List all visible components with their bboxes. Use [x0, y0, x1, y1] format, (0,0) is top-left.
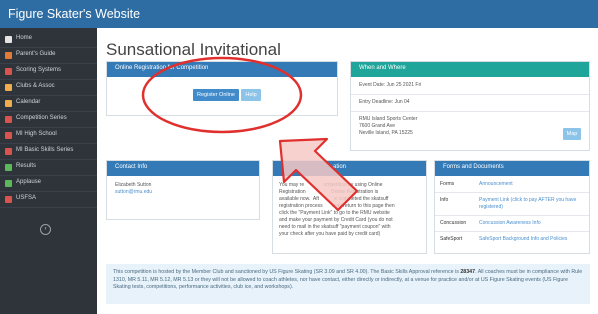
safesport-row-label: SafeSport	[440, 236, 463, 242]
top-navbar: Figure Skater's Website	[0, 0, 598, 28]
sidebar: Home Parent's Guide Scoring Systems Club…	[0, 28, 97, 314]
contact-heading: Contact Info	[107, 161, 259, 176]
sidebar-item-label: MI Basic Skills Series	[16, 147, 74, 153]
page-title: Sunsational Invitational	[106, 40, 281, 59]
concussion-info-link[interactable]: Concussion Awareness Info	[479, 220, 541, 227]
divider	[351, 94, 589, 95]
sanction-notice: This competition is hosted by the Member…	[106, 264, 590, 304]
sidebar-item-home[interactable]: Home	[0, 32, 97, 48]
sidebar-item-label: Home	[16, 35, 33, 41]
divider	[435, 231, 589, 232]
venue-street: 7600 Grand Ave	[359, 123, 396, 129]
sidebar-item-calendar[interactable]: Calendar	[0, 96, 97, 112]
grid-icon	[5, 116, 12, 123]
announcement-link[interactable]: Announcement	[479, 181, 513, 188]
registration-panel: Online Registration for Competition Regi…	[106, 61, 338, 116]
sidebar-item-label: Applause	[16, 179, 42, 185]
entry-deadline: Entry Deadline: Jun 04	[359, 99, 410, 105]
registration-info-line: registration process may return to this …	[279, 203, 395, 209]
sidebar-item-applause[interactable]: Applause	[0, 176, 97, 192]
forms-documents-heading: Forms and Documents	[435, 161, 589, 176]
forms-documents-panel: Forms and Documents Forms Announcement I…	[434, 160, 590, 254]
forms-row-label: Forms	[440, 181, 455, 187]
list-icon	[5, 68, 12, 75]
sidebar-item-label: Calendar	[16, 99, 41, 105]
sidebar-item-competition-series[interactable]: Competition Series	[0, 112, 97, 128]
venue-city: Neville Island, PA 15225	[359, 130, 413, 136]
when-where-panel: When and Where Event Date: Jun 25 2021 F…	[350, 61, 590, 151]
help-button[interactable]: Help	[241, 89, 261, 101]
sidebar-item-parents-guide[interactable]: Parent's Guide	[0, 48, 97, 64]
thumbs-up-icon	[5, 180, 12, 187]
sidebar-item-label: Competition Series	[16, 115, 67, 121]
notice-text-start: This competition is hosted by the Member…	[113, 269, 461, 275]
safesport-link[interactable]: SafeSport Background Info and Policies	[479, 236, 583, 243]
sidebar-item-label: Clubs & Assoc	[16, 83, 55, 89]
registration-info-line: click the "Payment Link" to go to the RM…	[279, 210, 390, 216]
sidebar-item-label: MI High School	[16, 131, 57, 137]
registration-info-heading: ation	[273, 161, 426, 176]
registration-info-line: Registration Online Registration is	[279, 189, 379, 195]
registration-info-line: available now. Aft e completed the skats…	[279, 196, 389, 202]
registration-info-panel: ation You may re ompetition by using Onl…	[272, 160, 427, 254]
grid-icon	[5, 132, 12, 139]
grid-icon	[5, 148, 12, 155]
divider	[435, 192, 589, 193]
contact-email-link[interactable]: sutton@rmu.edu	[115, 189, 152, 196]
when-where-heading: When and Where	[351, 62, 589, 77]
sidebar-item-results[interactable]: Results	[0, 160, 97, 176]
registration-info-line: and make your payment by Credit Card (yo…	[279, 217, 393, 223]
sidebar-item-label: Scoring Systems	[16, 67, 62, 73]
registration-info-line: You may re ompetition by using Online	[279, 182, 383, 188]
sidebar-item-scoring-systems[interactable]: Scoring Systems	[0, 64, 97, 80]
sidebar-item-usfsa[interactable]: USFSA	[0, 192, 97, 208]
registration-info-line: your check after you have paid by credit…	[279, 231, 381, 237]
skater-icon	[5, 196, 12, 203]
registration-info-line: need to mail in the skatsuff "payment co…	[279, 224, 391, 230]
contact-panel: Contact Info Elizabeth Sutton sutton@rmu…	[106, 160, 260, 220]
register-online-button[interactable]: Register Online	[193, 89, 239, 101]
contact-name: Elizabeth Sutton	[115, 182, 152, 188]
payment-link[interactable]: Payment Link (click to pay AFTER you hav…	[479, 197, 583, 211]
site-title[interactable]: Figure Skater's Website	[8, 7, 140, 21]
sidebar-collapse-toggle[interactable]: ‹	[40, 224, 51, 235]
sidebar-item-label: USFSA	[16, 195, 37, 201]
sidebar-item-clubs[interactable]: Clubs & Assoc	[0, 80, 97, 96]
divider	[435, 215, 589, 216]
book-icon	[5, 52, 12, 59]
info-row-label: Info	[440, 197, 449, 203]
divider	[351, 111, 589, 112]
sidebar-item-mi-basic-skills[interactable]: MI Basic Skills Series	[0, 144, 97, 160]
concussion-row-label: Concussion	[440, 220, 467, 226]
group-icon	[5, 84, 12, 91]
home-icon	[5, 36, 12, 43]
basic-skills-reference-number: 28347	[460, 269, 476, 275]
registration-panel-heading: Online Registration for Competition	[107, 62, 337, 77]
sidebar-item-label: Parent's Guide	[16, 51, 56, 57]
calendar-icon	[5, 100, 12, 107]
map-button[interactable]: Map	[563, 128, 581, 140]
venue-name: RMU Island Sports Center	[359, 116, 418, 122]
trophy-icon	[5, 164, 12, 171]
event-date: Event Date: Jun 25 2021 Fri	[359, 82, 422, 88]
sidebar-item-label: Results	[16, 163, 37, 169]
sidebar-item-mi-high-school[interactable]: MI High School	[0, 128, 97, 144]
